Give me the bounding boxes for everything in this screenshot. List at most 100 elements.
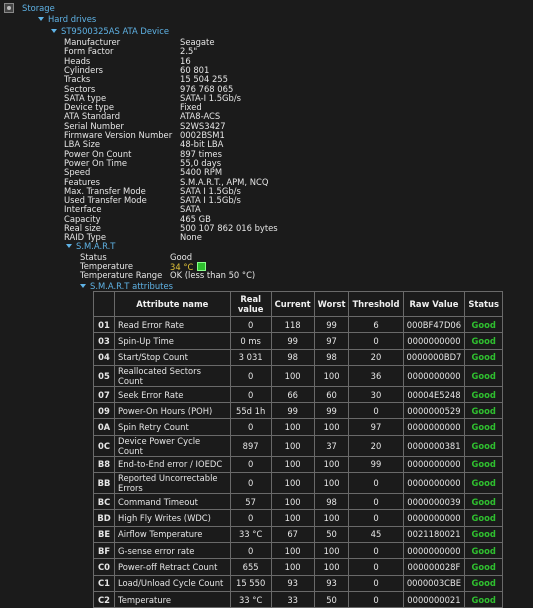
attribute-id: 0A bbox=[93, 418, 115, 436]
expand-arrow-icon bbox=[38, 17, 44, 21]
tree-device[interactable]: ST9500325AS ATA Device bbox=[51, 27, 169, 36]
header-id[interactable] bbox=[93, 291, 115, 317]
attribute-id: BD bbox=[93, 509, 115, 527]
property-label: Speed bbox=[64, 167, 91, 178]
raw-value: 0021180021 bbox=[402, 525, 466, 543]
threshold-value: 97 bbox=[348, 418, 404, 436]
tree-storage[interactable]: Storage bbox=[22, 4, 55, 13]
header-status[interactable]: Status bbox=[464, 291, 503, 317]
threshold-value: 20 bbox=[348, 434, 404, 457]
attribute-name: Spin Retry Count bbox=[114, 418, 231, 436]
attribute-name: Device Power Cycle Count bbox=[114, 434, 231, 457]
tree-hard-drives[interactable]: Hard drives bbox=[38, 15, 96, 24]
raw-value: 0000000381 bbox=[402, 434, 466, 457]
table-row[interactable]: C2 Temperature 33 °C 33 50 0 0000000021 Good bbox=[93, 590, 503, 608]
property-value: None bbox=[180, 232, 202, 243]
table-row[interactable]: BD High Fly Writes (WDC) 0 100 100 0 000000000… bbox=[93, 509, 503, 527]
real-value: 0 bbox=[229, 385, 272, 404]
threshold-value: 0 bbox=[348, 472, 404, 495]
current-value: 118 bbox=[270, 315, 315, 334]
smart-temperature-range-value: OK (less than 50 °C) bbox=[170, 270, 256, 280]
worst-value: 100 bbox=[313, 455, 350, 474]
tree-smart-attributes[interactable]: S.M.A.R.T attributes bbox=[80, 282, 173, 291]
attribute-name: End-to-End error / IOEDC bbox=[114, 455, 231, 474]
header-threshold[interactable]: Threshold bbox=[348, 291, 404, 317]
status-value: Good bbox=[464, 364, 503, 387]
current-value: 100 bbox=[270, 364, 315, 387]
table-row[interactable]: 05 Reallocated Sectors Count 0 100 100 36 0000… bbox=[93, 364, 503, 387]
attribute-name: Reallocated Sectors Count bbox=[114, 364, 231, 387]
worst-value: 93 bbox=[313, 574, 350, 592]
attribute-id: 09 bbox=[93, 402, 115, 420]
worst-value: 50 bbox=[313, 525, 350, 543]
attribute-id: 04 bbox=[93, 348, 115, 366]
raw-value: 0000000000 bbox=[402, 418, 466, 436]
table-row[interactable]: BB Reported Uncorrectable Errors 0 100 100 0 0… bbox=[93, 472, 503, 495]
raw-value: 0000000000 bbox=[402, 509, 466, 527]
attribute-id: BC bbox=[93, 493, 115, 511]
status-value: Good bbox=[464, 472, 503, 495]
threshold-value: 0 bbox=[348, 574, 404, 592]
expand-arrow-icon bbox=[51, 29, 57, 33]
tree-smart[interactable]: S.M.A.R.T bbox=[66, 242, 115, 251]
table-row[interactable]: 07 Seek Error Rate 0 66 60 30 00004E5248 Good bbox=[93, 385, 503, 404]
raw-value: 0000000000 bbox=[402, 472, 466, 495]
worst-value: 99 bbox=[313, 315, 350, 334]
table-row[interactable]: 0C Device Power Cycle Count 897 100 37 20 0000… bbox=[93, 434, 503, 457]
real-value: 0 bbox=[229, 509, 272, 527]
table-row[interactable]: 03 Spin-Up Time 0 ms 99 97 0 0000000000 Good bbox=[93, 332, 503, 350]
attribute-name: High Fly Writes (WDC) bbox=[114, 509, 231, 527]
table-row[interactable]: B8 End-to-End error / IOEDC 0 100 100 99 00000… bbox=[93, 455, 503, 474]
table-row[interactable]: 01 Read Error Rate 0 118 99 6 000BF47D06 Good bbox=[93, 315, 503, 334]
real-value: 55d 1h bbox=[229, 402, 272, 420]
current-value: 100 bbox=[270, 493, 315, 511]
threshold-value: 20 bbox=[348, 348, 404, 366]
table-row[interactable]: BF G-sense error rate 0 100 100 0 0000000000 Go… bbox=[93, 541, 503, 560]
worst-value: 99 bbox=[313, 402, 350, 420]
real-value: 0 bbox=[229, 455, 272, 474]
worst-value: 100 bbox=[313, 509, 350, 527]
worst-value: 50 bbox=[313, 590, 350, 608]
attribute-id: B8 bbox=[93, 455, 115, 474]
table-row[interactable]: BE Airflow Temperature 33 °C 67 50 45 00211800… bbox=[93, 525, 503, 543]
header-attribute-name[interactable]: Attribute name bbox=[114, 291, 231, 317]
property-label: Form Factor bbox=[64, 46, 114, 57]
header-raw-value[interactable]: Raw Value bbox=[402, 291, 466, 317]
table-row[interactable]: 04 Start/Stop Count 3 031 98 98 20 0000000BD7 G… bbox=[93, 348, 503, 366]
header-worst[interactable]: Worst bbox=[313, 291, 350, 317]
table-row[interactable]: 09 Power-On Hours (POH) 55d 1h 99 99 0 0000000… bbox=[93, 402, 503, 420]
raw-value: 0000000BD7 bbox=[402, 348, 466, 366]
status-value: Good bbox=[464, 315, 503, 334]
attribute-id: C2 bbox=[93, 590, 115, 608]
current-value: 99 bbox=[270, 402, 315, 420]
attribute-id: BE bbox=[93, 525, 115, 543]
threshold-value: 0 bbox=[348, 493, 404, 511]
real-value: 57 bbox=[229, 493, 272, 511]
attribute-id: BF bbox=[93, 541, 115, 560]
tree-device-label: ST9500325AS ATA Device bbox=[61, 26, 170, 36]
real-value: 897 bbox=[229, 434, 272, 457]
attribute-name: Power-off Retract Count bbox=[114, 558, 231, 576]
threshold-value: 30 bbox=[348, 385, 404, 404]
table-row[interactable]: 0A Spin Retry Count 0 100 100 97 0000000000 Goo… bbox=[93, 418, 503, 436]
status-value: Good bbox=[464, 385, 503, 404]
header-real-value[interactable]: Real value bbox=[229, 291, 272, 317]
smart-attributes-table: Attribute name Real value Current Worst … bbox=[93, 291, 503, 608]
table-header-row: Attribute name Real value Current Worst … bbox=[93, 291, 503, 317]
raw-value: 000000028F bbox=[402, 558, 466, 576]
table-row[interactable]: BC Command Timeout 57 100 98 0 0000000039 Good bbox=[93, 493, 503, 511]
current-value: 67 bbox=[270, 525, 315, 543]
raw-value: 0000000000 bbox=[402, 364, 466, 387]
tree-smart-label: S.M.A.R.T bbox=[76, 241, 116, 251]
attribute-name: Command Timeout bbox=[114, 493, 231, 511]
attribute-name: Reported Uncorrectable Errors bbox=[114, 472, 231, 495]
header-current[interactable]: Current bbox=[270, 291, 315, 317]
status-value: Good bbox=[464, 493, 503, 511]
worst-value: 100 bbox=[313, 418, 350, 436]
expand-arrow-icon bbox=[66, 244, 72, 248]
current-value: 100 bbox=[270, 455, 315, 474]
table-row[interactable]: C0 Power-off Retract Count 655 100 100 0 00000… bbox=[93, 558, 503, 576]
threshold-value: 0 bbox=[348, 332, 404, 350]
table-row[interactable]: C1 Load/Unload Cycle Count 15 550 93 93 0 0000… bbox=[93, 574, 503, 592]
current-value: 100 bbox=[270, 558, 315, 576]
